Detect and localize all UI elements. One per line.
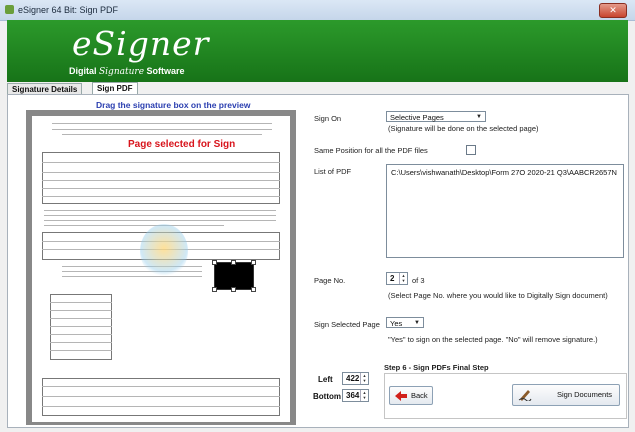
list-of-pdf-label: List of PDF [314,167,352,176]
stepper-arrows-icon[interactable]: ▲ ▼ [399,273,407,284]
same-position-checkbox[interactable] [466,145,476,155]
pdf-list[interactable]: C:\Users\vishwanath\Desktop\Form 27O 202… [386,164,624,258]
dropdown-arrow-icon: ▼ [476,114,482,120]
page-no-stepper[interactable]: 2 ▲ ▼ [386,272,408,285]
sign-selected-page-select[interactable]: Yes ▼ [386,317,424,328]
preview-heading: Drag the signature box on the preview [96,100,251,110]
signature-box[interactable] [212,260,256,292]
app-icon [5,5,14,14]
sign-selected-page-hint: "Yes" to sign on the selected page. "No"… [388,335,598,344]
resize-handle[interactable] [231,260,236,265]
page-selected-label: Page selected for Sign [128,139,236,150]
step-title: Step 6 - Sign PDFs Final Step [384,363,489,372]
sign-on-label: Sign On [314,114,342,123]
bottom-label: Bottom [313,392,341,401]
window-title: eSigner 64 Bit: Sign PDF [18,5,119,15]
left-label: Left [318,375,333,384]
resize-handle[interactable] [251,287,256,292]
pdf-preview[interactable]: Page selected for Sign [26,110,296,425]
back-button[interactable]: Back [389,386,433,405]
same-position-label: Same Position for all the PDF files [314,146,428,155]
sign-on-select[interactable]: Selective Pages ▼ [386,111,486,122]
pdf-page: Page selected for Sign [32,116,290,422]
resize-handle[interactable] [212,260,217,265]
sign-on-hint: (Signature will be done on the selected … [388,124,539,133]
close-icon: ✕ [609,5,617,15]
resize-handle[interactable] [231,287,236,292]
back-arrow-icon [395,391,407,401]
stepper-arrows-icon[interactable]: ▲ ▼ [360,373,368,384]
page-no-hint: (Select Page No. where you would like to… [388,291,608,300]
pdf-list-item[interactable]: C:\Users\vishwanath\Desktop\Form 27O 202… [391,168,617,177]
sign-selected-page-label: Sign Selected Page [314,320,380,329]
left-stepper[interactable]: 422 ▲ ▼ [342,372,369,385]
app-window: eSigner 64 Bit: Sign PDF ✕ eSigner Digit… [0,0,635,432]
resize-handle[interactable] [251,260,256,265]
esigner-logo: eSigner [72,24,210,63]
page-no-label: Page No. [314,276,346,285]
brand-banner: eSigner Digital Signature Software [7,20,628,82]
pen-sign-icon [518,390,532,401]
watermark-logo [140,224,188,278]
stepper-arrows-icon[interactable]: ▲ ▼ [360,390,368,401]
close-button[interactable]: ✕ [599,3,627,18]
dropdown-arrow-icon: ▼ [414,320,420,326]
page-count: of 3 [412,276,425,285]
bottom-stepper[interactable]: 364 ▲ ▼ [342,389,369,402]
tagline: Digital Signature Software [69,66,185,77]
sign-documents-button[interactable]: Sign Documents [512,384,620,406]
resize-handle[interactable] [212,287,217,292]
title-bar: eSigner 64 Bit: Sign PDF ✕ [0,0,635,21]
tab-strip: Signature Details Sign PDF [7,82,628,95]
